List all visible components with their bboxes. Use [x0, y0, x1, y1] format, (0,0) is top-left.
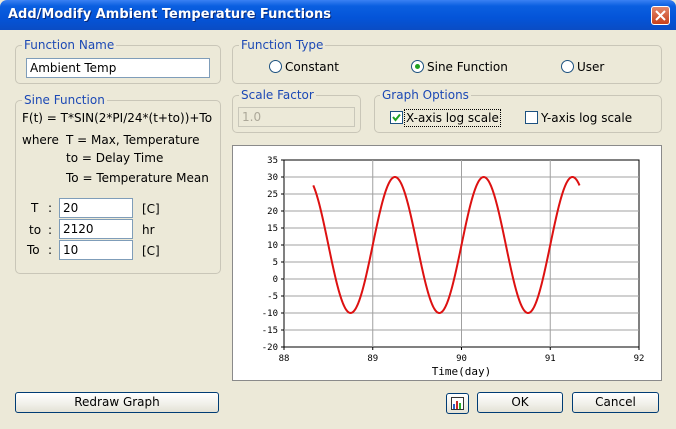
y-tick-label: 10 [267, 241, 278, 251]
param-To-input[interactable]: 10 [59, 240, 133, 260]
y-log-checkbox[interactable] [525, 111, 538, 124]
cancel-button[interactable]: Cancel [572, 392, 659, 413]
window-title: Add/Modify Ambient Temperature Functions [8, 7, 331, 22]
graph-panel: 88 89 90 91 92 35 30 25 20 15 10 5 0 -5 -10 -15 -20 Time(… [232, 145, 662, 381]
y-tick-label: 35 [267, 156, 278, 166]
y-tick-label: 20 [267, 207, 278, 217]
def-T: T = Max, Temperature [66, 133, 200, 147]
ok-button[interactable]: OK [477, 392, 563, 413]
radio-sine-function[interactable] [411, 60, 424, 73]
temperature-chart: 88 89 90 91 92 35 30 25 20 15 10 5 0 -5 -10 -15 -20 Time(… [262, 156, 645, 378]
function-name-legend: Function Name [22, 38, 117, 52]
param-To-label: To [27, 243, 40, 257]
scale-factor-legend: Scale Factor [239, 88, 316, 102]
checkmark-icon [392, 113, 401, 122]
y-tick-label: -20 [262, 343, 278, 353]
where-label: where [22, 133, 59, 147]
x-tick-label: 89 [367, 354, 378, 364]
radio-constant-label[interactable]: Constant [285, 60, 339, 74]
function-type-legend: Function Type [239, 38, 326, 52]
y-tick-label: 30 [267, 173, 278, 183]
sine-function-legend: Sine Function [22, 93, 107, 107]
scale-factor-input[interactable]: 1.0 [238, 107, 355, 127]
param-T-label: T [31, 201, 39, 215]
radio-user[interactable] [561, 60, 574, 73]
y-tick-label: 15 [267, 224, 278, 234]
graph-icon-button[interactable] [446, 393, 469, 414]
param-T-colon: : [48, 201, 53, 215]
x-log-checkbox[interactable] [390, 111, 403, 124]
radio-user-label[interactable]: User [577, 60, 604, 74]
param-to-label: to [29, 223, 42, 237]
y-tick-label: 25 [267, 190, 278, 200]
y-tick-label: -5 [267, 292, 278, 302]
def-To: To = Temperature Mean [66, 171, 209, 185]
x-axis-label: Time(day) [432, 365, 492, 378]
sine-formula: F(t) = T*SIN(2*PI/24*(t+to))+To [22, 111, 213, 125]
param-to-input[interactable]: 2120 [59, 219, 133, 239]
y-tick-label: 5 [273, 258, 278, 268]
param-to-unit: hr [142, 223, 155, 237]
close-icon [655, 10, 666, 21]
param-T-unit: [C] [142, 202, 160, 216]
radio-constant[interactable] [269, 60, 282, 73]
function-name-input[interactable]: Ambient Temp [26, 58, 210, 78]
y-log-label[interactable]: Y-axis log scale [541, 111, 632, 125]
param-T-input[interactable]: 20 [59, 198, 133, 218]
x-tick-label: 92 [634, 354, 645, 364]
param-to-colon: : [48, 223, 53, 237]
dialog-client: Function Name Ambient Temp Sine Function… [3, 30, 673, 426]
y-tick-label: -15 [262, 326, 278, 336]
param-To-unit: [C] [142, 244, 160, 258]
x-tick-label: 88 [279, 354, 290, 364]
title-bar: Add/Modify Ambient Temperature Functions [0, 0, 676, 30]
radio-sine-function-label[interactable]: Sine Function [427, 60, 508, 74]
y-tick-label: 0 [273, 275, 278, 285]
redraw-graph-button[interactable]: Redraw Graph [15, 392, 219, 413]
close-button[interactable] [651, 6, 670, 25]
param-To-colon: : [48, 243, 53, 257]
y-tick-label: -10 [262, 309, 278, 319]
def-to: to = Delay Time [66, 151, 164, 165]
graph-icon [451, 397, 464, 410]
x-tick-label: 90 [456, 354, 467, 364]
graph-options-legend: Graph Options [380, 88, 471, 102]
x-tick-label: 91 [545, 354, 556, 364]
x-log-label[interactable]: X-axis log scale [404, 109, 501, 127]
